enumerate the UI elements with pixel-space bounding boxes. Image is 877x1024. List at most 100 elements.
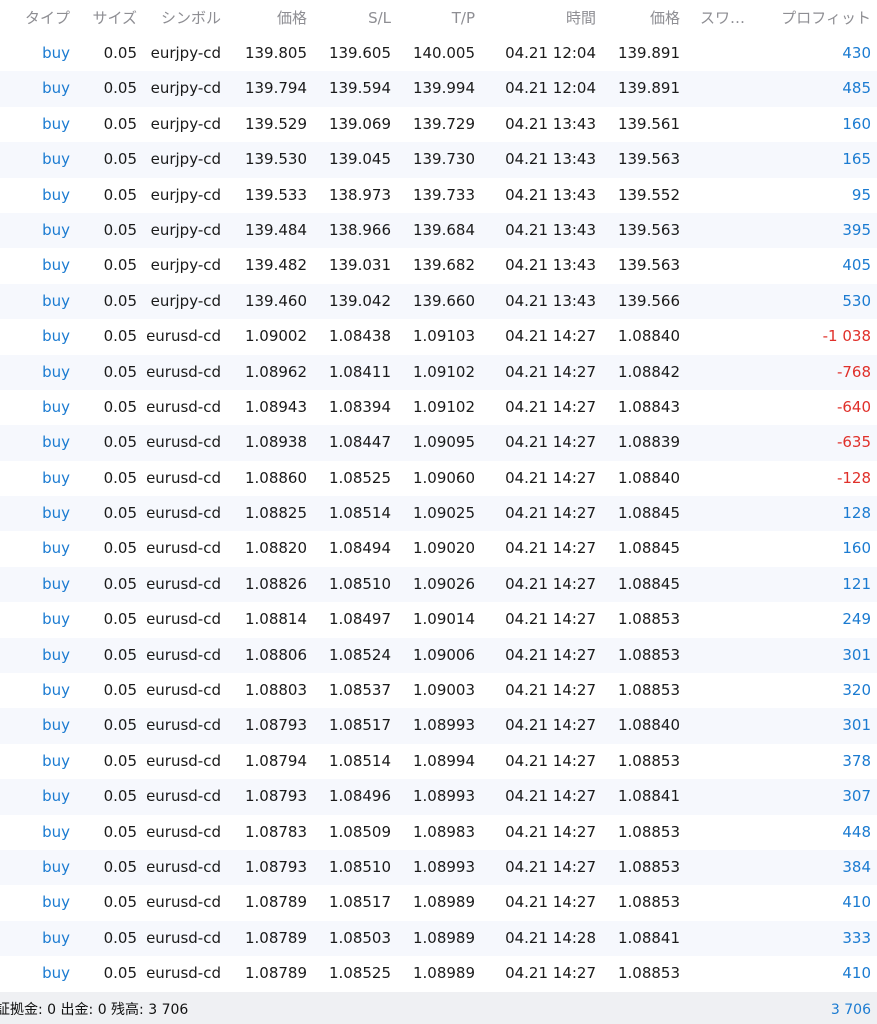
cell-take-profit: 1.09026 bbox=[412, 574, 475, 593]
header-price[interactable]: 価格 bbox=[277, 0, 307, 36]
table-row[interactable]: buy 0.05 eurusd-cd 1.08962 1.08411 1.09102 04.… bbox=[0, 354, 877, 390]
table-row[interactable]: buy 0.05 eurusd-cd 1.08789 1.08517 1.08989 04.… bbox=[0, 885, 877, 921]
cell-symbol: eurusd-cd bbox=[146, 681, 221, 700]
header-sl[interactable]: S/L bbox=[368, 0, 391, 36]
cell-take-profit: 139.660 bbox=[412, 291, 475, 310]
cell-stop-loss: 1.08514 bbox=[328, 751, 391, 770]
cell-open-price: 139.805 bbox=[244, 44, 307, 62]
cell-take-profit: 1.09102 bbox=[412, 362, 475, 381]
table-row[interactable]: buy 0.05 eurjpy-cd 139.794 139.594 139.994 04.… bbox=[0, 71, 877, 107]
cell-current-price: 1.08840 bbox=[617, 327, 680, 346]
cell-current-price: 139.891 bbox=[617, 44, 680, 62]
table-row[interactable]: buy 0.05 eurjpy-cd 139.805 139.605 140.005 04.… bbox=[0, 36, 877, 72]
cell-take-profit: 1.08989 bbox=[412, 964, 475, 983]
cell-size: 0.05 bbox=[103, 397, 137, 416]
cell-open-price: 139.529 bbox=[244, 114, 307, 133]
header-symbol[interactable]: シンボル bbox=[161, 0, 221, 36]
cell-profit: 530 bbox=[842, 291, 871, 310]
cell-symbol: eurjpy-cd bbox=[150, 291, 221, 310]
cell-current-price: 1.08853 bbox=[617, 893, 680, 912]
cell-profit: 95 bbox=[851, 185, 871, 204]
cell-profit: 448 bbox=[842, 822, 871, 841]
header-close-price[interactable]: 価格 bbox=[650, 0, 680, 36]
table-row[interactable]: buy 0.05 eurjpy-cd 139.530 139.045 139.730 04.… bbox=[0, 142, 877, 178]
header-profit[interactable]: プロフィット bbox=[781, 0, 871, 36]
header-type[interactable]: タイプ bbox=[25, 0, 70, 36]
table-row[interactable]: buy 0.05 eurusd-cd 1.08943 1.08394 1.09102 04.… bbox=[0, 389, 877, 426]
cell-profit: 410 bbox=[842, 893, 871, 912]
cell-time: 04.21 14:27 bbox=[505, 610, 596, 629]
header-swap[interactable]: スワ… bbox=[700, 0, 745, 36]
cell-take-profit: 1.09006 bbox=[412, 645, 475, 664]
cell-open-price: 139.482 bbox=[244, 256, 307, 275]
cell-type: buy bbox=[42, 185, 70, 204]
cell-type: buy bbox=[42, 220, 70, 239]
table-row[interactable]: buy 0.05 eurusd-cd 1.09002 1.08438 1.09103 04.… bbox=[0, 319, 877, 355]
table-row[interactable]: buy 0.05 eurjpy-cd 139.482 139.031 139.682 04.… bbox=[0, 248, 877, 284]
table-row[interactable]: buy 0.05 eurusd-cd 1.08820 1.08494 1.09020 04.… bbox=[0, 531, 877, 567]
cell-size: 0.05 bbox=[103, 716, 137, 735]
cell-profit: 301 bbox=[842, 716, 871, 735]
cell-take-profit: 1.09095 bbox=[412, 433, 475, 452]
table-row[interactable]: buy 0.05 eurusd-cd 1.08826 1.08510 1.09026 04.… bbox=[0, 566, 877, 603]
cell-type: buy bbox=[42, 928, 70, 947]
cell-size: 0.05 bbox=[103, 893, 137, 912]
cell-size: 0.05 bbox=[103, 44, 137, 62]
total-profit: 3 706 bbox=[830, 1002, 871, 1018]
cell-symbol: eurusd-cd bbox=[146, 397, 221, 416]
cell-size: 0.05 bbox=[103, 327, 137, 346]
cell-time: 04.21 14:27 bbox=[505, 468, 596, 487]
header-time[interactable]: 時間 bbox=[566, 0, 596, 36]
table-row[interactable]: buy 0.05 eurusd-cd 1.08825 1.08514 1.09025 04.… bbox=[0, 496, 877, 532]
cell-time: 04.21 13:43 bbox=[505, 114, 596, 133]
table-row[interactable]: buy 0.05 eurjpy-cd 139.529 139.069 139.729 04.… bbox=[0, 106, 877, 143]
cell-stop-loss: 139.031 bbox=[328, 256, 391, 275]
cell-symbol: eurjpy-cd bbox=[150, 220, 221, 239]
cell-type: buy bbox=[42, 681, 70, 700]
table-row[interactable]: buy 0.05 eurusd-cd 1.08793 1.08517 1.08993 04.… bbox=[0, 708, 877, 744]
cell-current-price: 1.08841 bbox=[617, 787, 680, 806]
cell-type: buy bbox=[42, 610, 70, 629]
cell-take-profit: 1.08983 bbox=[412, 822, 475, 841]
cell-take-profit: 1.09103 bbox=[412, 327, 475, 346]
table-row[interactable]: buy 0.05 eurjpy-cd 139.460 139.042 139.660 04.… bbox=[0, 283, 877, 320]
cell-stop-loss: 138.966 bbox=[328, 220, 391, 239]
cell-open-price: 1.08860 bbox=[244, 468, 307, 487]
table-row[interactable]: buy 0.05 eurusd-cd 1.08803 1.08537 1.09003 04.… bbox=[0, 673, 877, 709]
cell-profit: 430 bbox=[842, 44, 871, 62]
cell-take-profit: 1.08994 bbox=[412, 751, 475, 770]
cell-size: 0.05 bbox=[103, 185, 137, 204]
cell-size: 0.05 bbox=[103, 504, 137, 523]
cell-current-price: 139.563 bbox=[617, 150, 680, 169]
cell-current-price: 1.08845 bbox=[617, 504, 680, 523]
table-row[interactable]: buy 0.05 eurusd-cd 1.08793 1.08496 1.08993 04.… bbox=[0, 779, 877, 815]
cell-stop-loss: 1.08503 bbox=[328, 928, 391, 947]
cell-symbol: eurusd-cd bbox=[146, 964, 221, 983]
cell-current-price: 1.08845 bbox=[617, 539, 680, 558]
cell-current-price: 139.891 bbox=[617, 79, 680, 98]
cell-size: 0.05 bbox=[103, 114, 137, 133]
table-row[interactable]: buy 0.05 eurusd-cd 1.08794 1.08514 1.08994 04.… bbox=[0, 743, 877, 780]
cell-profit: -635 bbox=[836, 433, 871, 452]
table-row[interactable]: buy 0.05 eurusd-cd 1.08814 1.08497 1.09014 04.… bbox=[0, 602, 877, 638]
table-row[interactable]: buy 0.05 eurjpy-cd 139.533 138.973 139.733 04.… bbox=[0, 177, 877, 213]
cell-size: 0.05 bbox=[103, 150, 137, 169]
table-row[interactable]: buy 0.05 eurusd-cd 1.08789 1.08525 1.08989 04.… bbox=[0, 956, 877, 992]
cell-type: buy bbox=[42, 362, 70, 381]
table-row[interactable]: buy 0.05 eurusd-cd 1.08860 1.08525 1.09060 04.… bbox=[0, 460, 877, 497]
table-row[interactable]: buy 0.05 eurusd-cd 1.08793 1.08510 1.08993 04.… bbox=[0, 849, 877, 886]
table-row[interactable]: buy 0.05 eurusd-cd 1.08806 1.08524 1.09006 04.… bbox=[0, 637, 877, 674]
cell-open-price: 1.08793 bbox=[244, 787, 307, 806]
cell-open-price: 1.08789 bbox=[244, 964, 307, 983]
header-size[interactable]: サイズ bbox=[92, 0, 137, 36]
table-row[interactable]: buy 0.05 eurjpy-cd 139.484 138.966 139.684 04.… bbox=[0, 212, 877, 249]
table-row[interactable]: buy 0.05 eurusd-cd 1.08938 1.08447 1.09095 04.… bbox=[0, 425, 877, 461]
cell-current-price: 1.08853 bbox=[617, 681, 680, 700]
header-tp[interactable]: T/P bbox=[452, 0, 475, 36]
cell-time: 04.21 14:27 bbox=[505, 433, 596, 452]
cell-symbol: eurusd-cd bbox=[146, 327, 221, 346]
table-row[interactable]: buy 0.05 eurusd-cd 1.08789 1.08503 1.08989 04.… bbox=[0, 920, 877, 957]
cell-take-profit: 1.09102 bbox=[412, 397, 475, 416]
cell-profit: 160 bbox=[842, 539, 871, 558]
table-row[interactable]: buy 0.05 eurusd-cd 1.08783 1.08509 1.08983 04.… bbox=[0, 814, 877, 850]
